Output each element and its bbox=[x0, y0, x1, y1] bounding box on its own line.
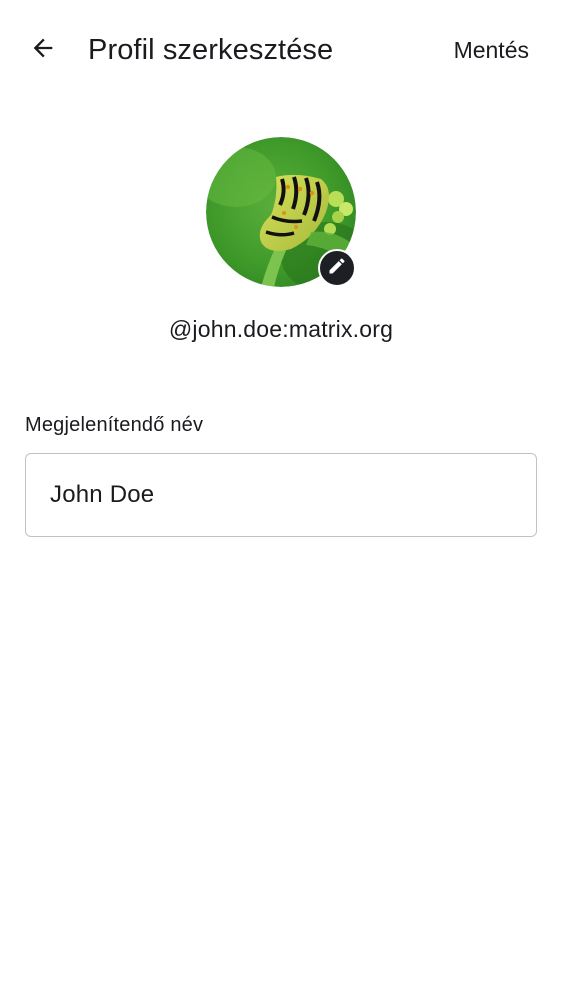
page-title: Profil szerkesztése bbox=[88, 34, 334, 66]
user-id: @john.doe:matrix.org bbox=[168, 316, 394, 342]
avatar-edit-button[interactable] bbox=[206, 137, 356, 287]
arrow-back-icon bbox=[29, 34, 57, 67]
display-name-input[interactable] bbox=[50, 454, 510, 536]
display-name-label: Megjelenítendő név bbox=[25, 414, 204, 436]
top-app-bar: Profil szerkesztése Mentés bbox=[0, 0, 562, 100]
edit-avatar-badge[interactable] bbox=[318, 249, 356, 287]
save-button[interactable]: Mentés bbox=[454, 32, 529, 68]
display-name-field[interactable] bbox=[25, 453, 537, 537]
back-button[interactable] bbox=[19, 26, 67, 74]
pencil-icon bbox=[327, 256, 347, 281]
edit-profile-screen: Profil szerkesztése Mentés @john.doe:mat… bbox=[0, 0, 562, 1000]
